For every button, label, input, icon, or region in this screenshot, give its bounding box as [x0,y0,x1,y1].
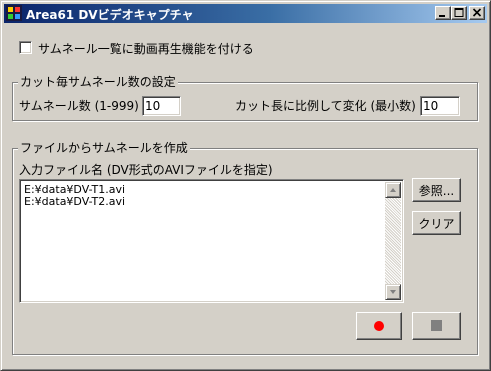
file-list[interactable]: E:¥data¥DV-T1.avi E:¥data¥DV-T2.avi [19,179,404,303]
app-icon[interactable] [6,5,22,21]
close-button[interactable] [469,6,485,20]
thumbnail-settings-title: カット毎サムネール数の設定 [18,73,178,90]
clear-button[interactable]: クリア [412,211,461,235]
proportional-min-label: カット長に比例して変化 (最小数) [235,99,416,113]
browse-button[interactable]: 参照... [412,178,461,202]
list-item[interactable]: E:¥data¥DV-T2.avi [24,195,125,208]
scroll-up-icon [390,188,396,192]
record-button[interactable] [356,312,402,340]
minimize-button[interactable] [435,6,451,20]
close-icon [472,8,482,17]
main-window: Area61 DVビデオキャプチャ サムネール一覧に動画再生機能を付ける カット… [0,0,491,371]
browse-button-label: 参照... [418,184,455,198]
clear-button-label: クリア [418,217,455,231]
scroll-down-icon [390,290,396,294]
thumbnail-count-input[interactable]: 10 [142,96,181,116]
stop-button[interactable] [412,312,461,340]
minimize-icon [439,15,445,17]
maximize-icon [454,8,464,17]
proportional-min-input[interactable]: 10 [420,96,460,116]
stop-icon [431,320,442,331]
file-list-scrollbar[interactable] [385,182,401,300]
file-section-title: ファイルからサムネールを作成 [18,139,190,156]
scroll-down-button[interactable] [385,284,401,300]
input-file-label: 入力ファイル名 (DV形式のAVIファイルを指定) [19,163,273,177]
playback-checkbox-label: サムネール一覧に動画再生機能を付ける [38,42,254,56]
maximize-button[interactable] [451,6,467,20]
title-bar[interactable]: Area61 DVビデオキャプチャ [4,4,487,23]
thumbnail-count-label: サムネール数 (1-999) [19,99,139,113]
scroll-up-button[interactable] [385,182,401,198]
record-icon [374,321,384,331]
window-title: Area61 DVビデオキャプチャ [26,8,194,22]
playback-checkbox[interactable] [19,41,32,54]
